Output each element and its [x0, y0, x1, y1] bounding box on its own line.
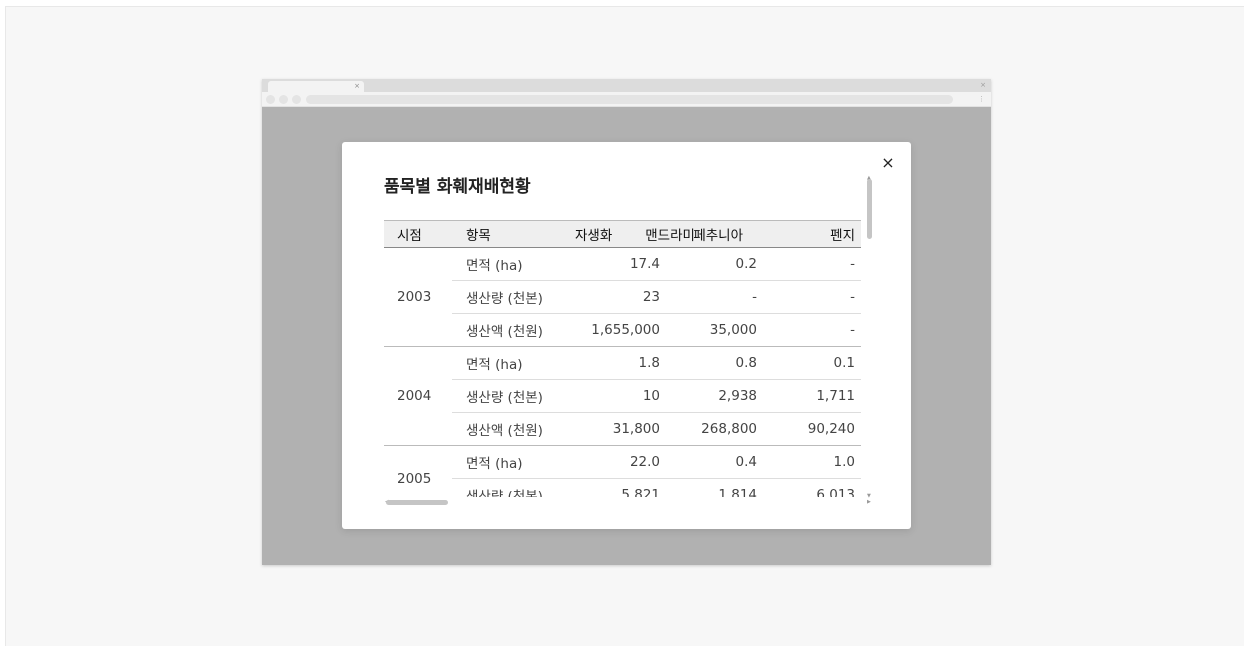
value-cell: 23 [563, 280, 666, 314]
value-cell: 10 [563, 379, 666, 413]
address-bar[interactable] [306, 95, 953, 104]
table-scroll-area[interactable]: 시점 항목 자생화 맨드라미 페추니아 펜지 2003 면적 (ha) 17.4 … [384, 220, 863, 497]
table-row: 생산량 (천본) 23 - - [384, 280, 861, 314]
window-close-icon[interactable]: × [980, 80, 986, 90]
value-cell: 17.4 [563, 247, 666, 281]
value-cell: - [763, 280, 861, 314]
table-row: 2003 면적 (ha) 17.4 0.2 - [384, 247, 861, 347]
table-row: 2005 면적 (ha) 22.0 0.4 1.0 [384, 445, 861, 497]
value-cell: 1,711 [763, 379, 861, 413]
column-header-wildflower-label: 자생화 [575, 228, 613, 244]
tab-strip: × × [262, 79, 991, 92]
item-cell: 면적 (ha) [452, 346, 563, 380]
value-cell: 0.8 [666, 346, 763, 380]
item-cell: 면적 (ha) [452, 247, 563, 281]
value-cell: - [763, 313, 861, 347]
value-cell: 1,655,000 [563, 313, 666, 347]
value-cell: 1,814 [666, 478, 763, 497]
table-row: 생산액 (천원) 31,800 268,800 90,240 [384, 412, 861, 446]
item-cell: 면적 (ha) [452, 445, 563, 479]
value-cell: 5,821 [563, 478, 666, 497]
forward-button[interactable] [279, 95, 288, 104]
browser-tab[interactable]: × [268, 81, 364, 92]
vertical-scrollbar-thumb[interactable] [867, 179, 872, 239]
item-cell: 생산액 (천원) [452, 412, 563, 446]
table-header-row: 시점 항목 자생화 맨드라미 페추니아 펜지 [384, 220, 861, 248]
value-cell: 0.2 [666, 247, 763, 281]
year-cell: 2003 [384, 247, 452, 347]
column-header-wildflower[interactable]: 자생화 맨드라미 [563, 220, 695, 248]
column-header-celosia-label: 맨드라미 [645, 228, 695, 244]
value-cell: 1.0 [763, 445, 861, 479]
data-table: 시점 항목 자생화 맨드라미 페추니아 펜지 2003 면적 (ha) 17.4 … [384, 220, 861, 497]
item-cell: 생산량 (천본) [452, 280, 563, 314]
year-cell: 2005 [384, 445, 452, 497]
modal-dialog: × 품목별 화훼재배현황 시점 항목 자생화 맨드라미 페추니아 펜지 2003… [342, 142, 911, 529]
table-row: 생산량 (천본) 5,821 1,814 6,013 [384, 478, 861, 497]
value-cell: 31,800 [563, 412, 666, 446]
horizontal-scrollbar-thumb[interactable] [386, 500, 448, 505]
column-header-pansy[interactable]: 펜지 [763, 220, 861, 248]
table-row: 생산액 (천원) 1,655,000 35,000 - [384, 313, 861, 347]
value-cell: - [666, 280, 763, 314]
scroll-right-arrow-icon[interactable]: ▶ [867, 500, 871, 505]
close-icon[interactable]: × [879, 154, 897, 172]
value-cell: 90,240 [763, 412, 861, 446]
value-cell: 2,938 [666, 379, 763, 413]
column-header-item[interactable]: 항목 [452, 220, 563, 248]
menu-icon[interactable]: ⋮ [978, 94, 985, 105]
value-cell: 0.4 [666, 445, 763, 479]
item-cell: 생산량 (천본) [452, 478, 563, 497]
modal-title: 품목별 화훼재배현황 [384, 177, 531, 197]
value-cell: 35,000 [666, 313, 763, 347]
value-cell: 22.0 [563, 445, 666, 479]
year-cell: 2004 [384, 346, 452, 446]
value-cell: 0.1 [763, 346, 861, 380]
value-cell: 268,800 [666, 412, 763, 446]
value-cell: 1.8 [563, 346, 666, 380]
back-button[interactable] [266, 95, 275, 104]
item-cell: 생산량 (천본) [452, 379, 563, 413]
tab-close-icon[interactable]: × [354, 81, 360, 92]
table-row: 2004 면적 (ha) 1.8 0.8 0.1 [384, 346, 861, 446]
reload-button[interactable] [292, 95, 301, 104]
value-cell: 6,013 [763, 478, 861, 497]
item-cell: 생산액 (천원) [452, 313, 563, 347]
browser-toolbar: ⋮ [262, 92, 991, 107]
value-cell: - [763, 247, 861, 281]
table-row: 생산량 (천본) 10 2,938 1,711 [384, 379, 861, 413]
column-header-period[interactable]: 시점 [384, 220, 452, 248]
